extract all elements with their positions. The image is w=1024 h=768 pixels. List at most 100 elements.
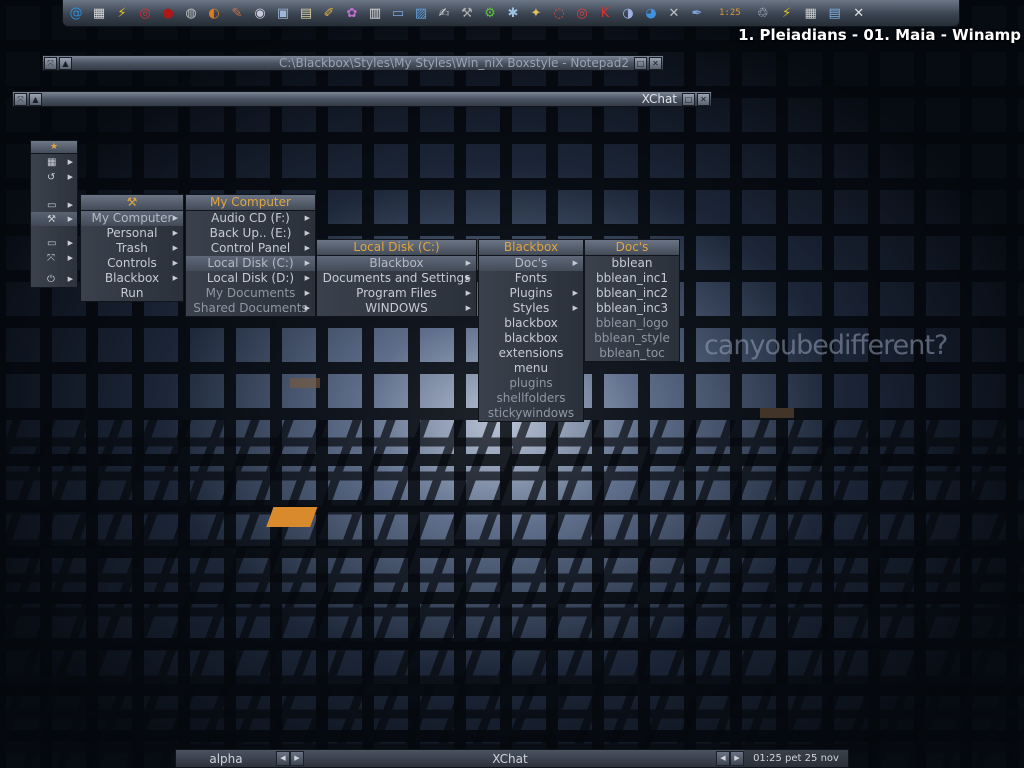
- notepad-window-titlebar[interactable]: ⤧ ▲ C:\Blackbox\Styles\My Styles\Win_niX…: [42, 55, 664, 71]
- menu-item-label: stickywindows: [487, 406, 575, 420]
- notes-icon[interactable]: ▤: [824, 2, 846, 24]
- recycle-bin-icon[interactable]: ♲: [752, 2, 774, 24]
- menu-item[interactable]: Audio CD (F:) ▶: [186, 211, 315, 226]
- workspace-prev-icon[interactable]: ◀: [276, 751, 290, 766]
- lightning-icon[interactable]: ⚡: [111, 2, 133, 24]
- rss-icon[interactable]: ◍: [180, 2, 202, 24]
- menu-item[interactable]: Local Disk (D:) ▶: [186, 271, 315, 286]
- menu-item[interactable]: Control Panel ▶: [186, 241, 315, 256]
- cube-icon[interactable]: ▣: [272, 2, 294, 24]
- close-icon[interactable]: ✕: [697, 92, 710, 106]
- target-icon[interactable]: ◎: [571, 2, 593, 24]
- calendar-icon[interactable]: ▦: [88, 2, 110, 24]
- menu-item[interactable]: Personal ▶: [81, 226, 183, 241]
- menu-item[interactable]: Controls ▶: [81, 256, 183, 271]
- menu-item[interactable]: bblean_inc1: [585, 271, 679, 286]
- minimize-icon[interactable]: ⤧: [14, 92, 27, 106]
- gear-icon[interactable]: ⚙: [479, 2, 501, 24]
- menu-item[interactable]: Doc's ▶: [479, 256, 583, 271]
- menu-item[interactable]: Shared Documents ▶: [186, 301, 315, 316]
- ring-icon[interactable]: ◌: [548, 2, 570, 24]
- edit-icon[interactable]: ✍: [433, 2, 455, 24]
- maximize-icon[interactable]: □: [634, 56, 647, 70]
- star-icon[interactable]: ★: [31, 141, 77, 154]
- menu-item[interactable]: Fonts: [479, 271, 583, 286]
- cd-icon[interactable]: ◉: [249, 2, 271, 24]
- menu-item-label: shellfolders: [496, 391, 566, 405]
- menu-item[interactable]: My Computer ▶: [81, 211, 183, 226]
- menu-item-label: Local Disk (C:): [207, 256, 294, 270]
- menu-item[interactable]: Styles ▶: [479, 301, 583, 316]
- icon-menu-row[interactable]: ▭ ▶: [31, 236, 77, 250]
- menu-item[interactable]: stickywindows: [479, 406, 583, 421]
- close-icon[interactable]: ✕: [649, 56, 662, 70]
- wallpaper-slogan: canyoubedifferent?: [704, 330, 948, 361]
- k-icon[interactable]: K: [594, 2, 616, 24]
- tweezers-icon[interactable]: ✕: [663, 2, 685, 24]
- shade-icon[interactable]: ▲: [59, 56, 72, 70]
- submenu-arrow-icon: ▶: [172, 214, 178, 222]
- tools-icon[interactable]: ⚒: [456, 2, 478, 24]
- tray-tools-icon[interactable]: ✕: [848, 2, 870, 24]
- launcher-icon[interactable]: @: [65, 2, 87, 24]
- menu-item-label: menu: [513, 361, 549, 375]
- menu-item[interactable]: Local Disk (C:) ▶: [186, 256, 315, 271]
- task-prev-icon[interactable]: ◀: [716, 751, 730, 766]
- menu-item[interactable]: Run: [81, 286, 183, 301]
- menu-item[interactable]: menu: [479, 361, 583, 376]
- pen-icon[interactable]: ✒: [686, 2, 708, 24]
- icon-menu-row[interactable]: ⚒ ▶: [31, 212, 77, 226]
- workspace-next-icon[interactable]: ▶: [290, 751, 304, 766]
- paint-icon[interactable]: ✐: [318, 2, 340, 24]
- icon-menu-row[interactable]: ⏻ ▶: [31, 272, 77, 286]
- menu-item[interactable]: bblean_inc2: [585, 286, 679, 301]
- taskbar-task-xchat[interactable]: XChat: [304, 752, 716, 766]
- icon-menu-row[interactable]: ▦ ▶: [31, 155, 77, 169]
- minimize-icon[interactable]: ⤧: [44, 56, 57, 70]
- globe-icon[interactable]: ◑: [617, 2, 639, 24]
- stop-icon[interactable]: ●: [157, 2, 179, 24]
- workspace-label[interactable]: alpha: [176, 752, 276, 766]
- menu-item[interactable]: blackbox: [479, 331, 583, 346]
- earth-icon[interactable]: ◕: [640, 2, 662, 24]
- menu-item[interactable]: Blackbox ▶: [81, 271, 183, 286]
- menu-item[interactable]: Blackbox ▶: [317, 256, 476, 271]
- menu-item[interactable]: Plugins ▶: [479, 286, 583, 301]
- menu-item-label: Styles: [512, 301, 550, 315]
- menu-item[interactable]: Trash ▶: [81, 241, 183, 256]
- menu-item[interactable]: Program Files ▶: [317, 286, 476, 301]
- film-icon[interactable]: ▥: [364, 2, 386, 24]
- gimp-icon[interactable]: ✎: [226, 2, 248, 24]
- menu-item[interactable]: bblean_logo: [585, 316, 679, 331]
- icon-menu-row[interactable]: ▭ ▶: [31, 198, 77, 212]
- folder-icon[interactable]: ▤: [295, 2, 317, 24]
- settings-icon[interactable]: ✱: [502, 2, 524, 24]
- menu-item[interactable]: bblean_toc: [585, 346, 679, 361]
- menu-item[interactable]: Back Up.. (E:) ▶: [186, 226, 315, 241]
- icon-menu-row[interactable]: ↺ ▶: [31, 170, 77, 184]
- menu-item[interactable]: extensions: [479, 346, 583, 361]
- menu-item[interactable]: WINDOWS ▶: [317, 301, 476, 316]
- menu-item[interactable]: bblean_style: [585, 331, 679, 346]
- task-next-icon[interactable]: ▶: [730, 751, 744, 766]
- maximize-icon[interactable]: □: [682, 92, 695, 106]
- firefox-icon[interactable]: ◐: [203, 2, 225, 24]
- menu-item[interactable]: Documents and Settings ▶: [317, 271, 476, 286]
- screens-icon[interactable]: ▦: [800, 2, 822, 24]
- xchat-window-titlebar[interactable]: ⤧ ▲ XChat □ ✕: [12, 91, 712, 107]
- tray-lightning-icon[interactable]: ⚡: [776, 2, 798, 24]
- shade-icon[interactable]: ▲: [29, 92, 42, 106]
- lifebuoy-icon[interactable]: ◎: [134, 2, 156, 24]
- menu-item[interactable]: bblean_inc3: [585, 301, 679, 316]
- palette-icon[interactable]: ✿: [341, 2, 363, 24]
- menu-item[interactable]: shellfolders: [479, 391, 583, 406]
- monitor-icon[interactable]: ▭: [387, 2, 409, 24]
- menu-item[interactable]: My Documents ▶: [186, 286, 315, 301]
- notepad-window-title: C:\Blackbox\Styles\My Styles\Win_niX Box…: [279, 56, 629, 70]
- menu-item[interactable]: plugins: [479, 376, 583, 391]
- wand-icon[interactable]: ✦: [525, 2, 547, 24]
- icon-menu-row[interactable]: ⤧ ▶: [31, 251, 77, 265]
- picture-icon[interactable]: ▨: [410, 2, 432, 24]
- menu-item[interactable]: bblean: [585, 256, 679, 271]
- menu-item[interactable]: blackbox: [479, 316, 583, 331]
